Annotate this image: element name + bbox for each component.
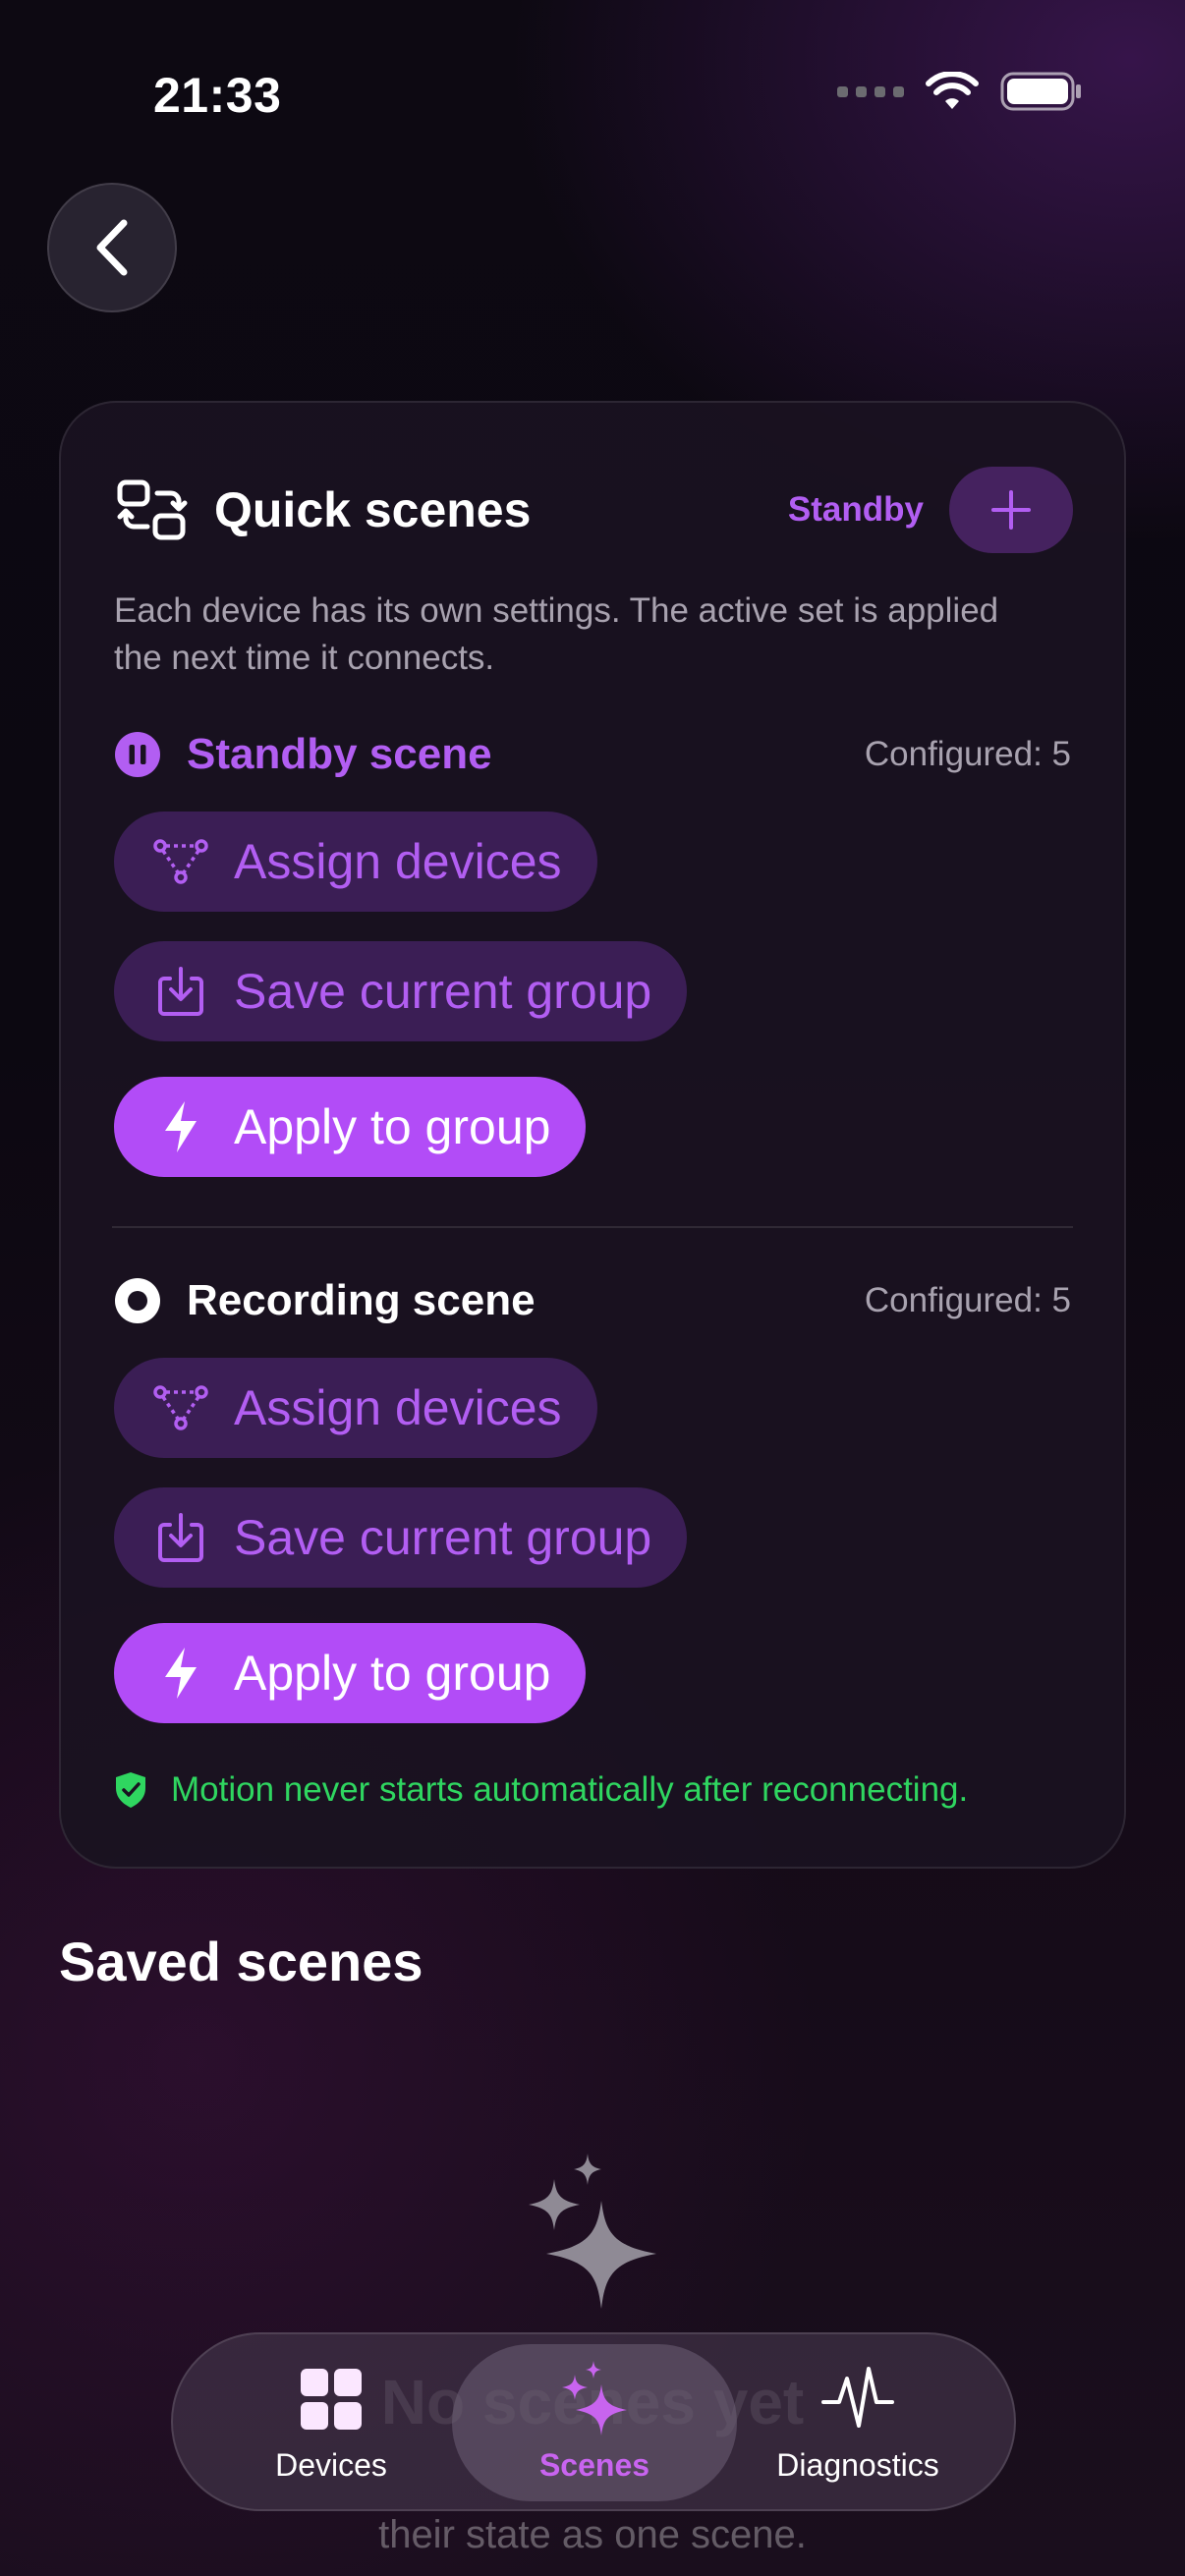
recording-assign-devices-button[interactable]: Assign devices	[114, 1358, 597, 1458]
sparkles-icon	[562, 2360, 627, 2436]
tab-bar: Devices Scenes Diagnostics	[171, 2332, 1016, 2511]
cellular-signal-icon	[837, 85, 904, 97]
lightning-icon	[165, 1101, 197, 1152]
lightning-icon	[165, 1648, 197, 1699]
empty-state-text: their state as one scene.	[378, 2513, 807, 2556]
card-header: Quick scenes Standby	[116, 467, 1073, 553]
tab-scenes-label: Scenes	[538, 2446, 650, 2483]
safety-note-text: Motion never starts automatically after …	[171, 1770, 969, 1809]
device-network-icon	[153, 1385, 208, 1430]
standby-scene-name: Standby scene	[187, 730, 492, 778]
record-circle-icon	[115, 1278, 160, 1323]
recording-scene-name: Recording scene	[187, 1276, 536, 1324]
assign-devices-label: Assign devices	[234, 834, 562, 889]
recording-apply-to-group-button[interactable]: Apply to group	[114, 1623, 587, 1723]
plus-icon	[991, 490, 1031, 530]
heartbeat-icon	[821, 2366, 894, 2428]
active-mode-label: Standby	[787, 490, 924, 529]
tab-scenes[interactable]: Scenes	[452, 2344, 737, 2501]
switch-scenes-icon	[117, 479, 188, 540]
safety-note: Motion never starts automatically after …	[114, 1770, 968, 1810]
download-tray-icon	[158, 967, 203, 1016]
standby-configured-count: Configured: 5	[864, 735, 1071, 773]
download-tray-icon	[158, 1513, 203, 1562]
card-description: Each device has its own settings. The ac…	[114, 591, 999, 677]
tab-diagnostics-label: Diagnostics	[776, 2446, 939, 2483]
recording-scene-row: Recording scene Configured: 5	[114, 1273, 1071, 1328]
device-network-icon	[153, 839, 208, 884]
sparkles-icon	[529, 2154, 656, 2309]
status-time: 21:33	[153, 68, 282, 123]
battery-icon	[1000, 72, 1081, 111]
recording-save-group-button[interactable]: Save current group	[114, 1487, 688, 1588]
tab-diagnostics[interactable]: Diagnostics	[715, 2344, 1000, 2501]
add-scene-button[interactable]	[949, 467, 1073, 553]
apply-to-group-label: Apply to group	[234, 1646, 551, 1701]
assign-devices-label: Assign devices	[234, 1380, 562, 1435]
chevron-left-icon	[96, 219, 128, 276]
back-button[interactable]	[47, 183, 177, 312]
wifi-icon	[926, 72, 979, 109]
tab-devices-label: Devices	[275, 2446, 387, 2483]
standby-assign-devices-button[interactable]: Assign devices	[114, 812, 597, 912]
quick-scenes-card: Quick scenes Standby Each device has its…	[59, 401, 1126, 1869]
scene-divider	[112, 1226, 1073, 1228]
grid-icon	[301, 2368, 362, 2430]
apply-to-group-label: Apply to group	[234, 1099, 551, 1154]
tab-devices[interactable]: Devices	[189, 2344, 474, 2501]
save-group-label: Save current group	[234, 964, 652, 1019]
pause-circle-icon	[115, 732, 160, 777]
saved-scenes-title: Saved scenes	[59, 1931, 423, 1992]
standby-save-group-button[interactable]: Save current group	[114, 941, 688, 1041]
save-group-label: Save current group	[234, 1510, 652, 1565]
card-title: Quick scenes	[214, 482, 532, 537]
shield-check-icon	[116, 1772, 145, 1808]
status-icons	[837, 71, 1083, 112]
standby-apply-to-group-button[interactable]: Apply to group	[114, 1077, 587, 1177]
standby-scene-row: Standby scene Configured: 5	[114, 727, 1071, 782]
recording-configured-count: Configured: 5	[864, 1281, 1071, 1319]
